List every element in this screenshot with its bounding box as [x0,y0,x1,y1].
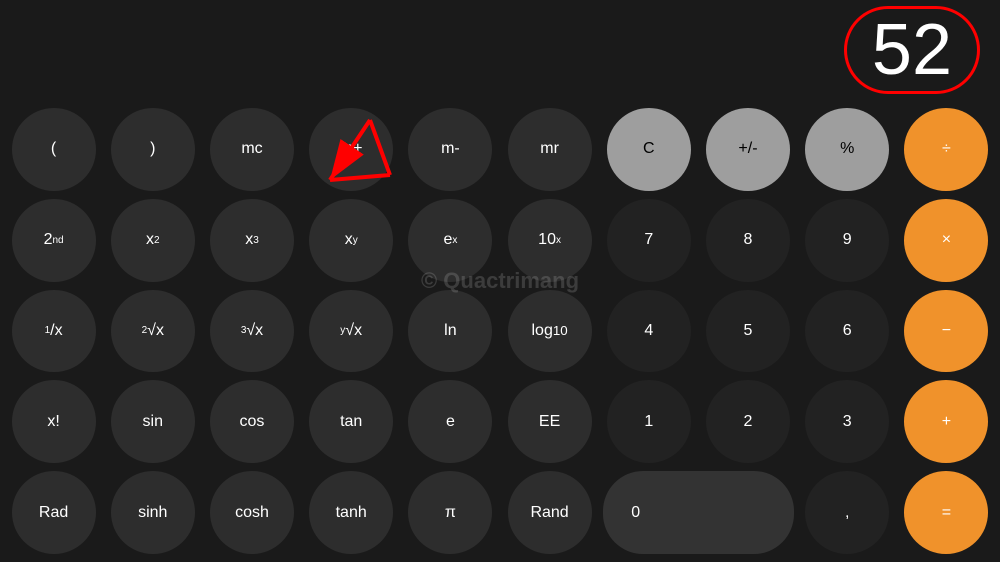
cosh-button[interactable]: cosh [210,471,294,554]
sqrt3-button[interactable]: 3√x [210,290,294,373]
6-button[interactable]: 6 [805,290,889,373]
sinh-button[interactable]: sinh [111,471,195,554]
tanh-button[interactable]: tanh [309,471,393,554]
display-number: 52 [844,6,980,94]
xy-button[interactable]: xy [309,199,393,282]
2nd-button[interactable]: 2nd [12,199,96,282]
mplus-button[interactable]: m+ [309,108,393,191]
xcubed-button[interactable]: x3 [210,199,294,282]
tan-button[interactable]: tan [309,380,393,463]
e-button[interactable]: e [408,380,492,463]
clear-button[interactable]: C [607,108,691,191]
open-paren-button[interactable]: ( [12,108,96,191]
ee-button[interactable]: EE [508,380,592,463]
sin-button[interactable]: sin [111,380,195,463]
3-button[interactable]: 3 [805,380,889,463]
percent-button[interactable]: % [805,108,889,191]
cos-button[interactable]: cos [210,380,294,463]
plus-button[interactable]: + [904,380,988,463]
factorial-button[interactable]: x! [12,380,96,463]
8-button[interactable]: 8 [706,199,790,282]
display: 52 [0,0,1000,100]
1-button[interactable]: 1 [607,380,691,463]
plusminus-button[interactable]: +/- [706,108,790,191]
decimal-button[interactable]: , [805,471,889,554]
7-button[interactable]: 7 [607,199,691,282]
log10-button[interactable]: log10 [508,290,592,373]
multiply-button[interactable]: × [904,199,988,282]
close-paren-button[interactable]: ) [111,108,195,191]
9-button[interactable]: 9 [805,199,889,282]
10x-button[interactable]: 10x [508,199,592,282]
sqrt2-button[interactable]: 2√x [111,290,195,373]
reciprocal-button[interactable]: 1/x [12,290,96,373]
4-button[interactable]: 4 [607,290,691,373]
mr-button[interactable]: mr [508,108,592,191]
pi-button[interactable]: π [408,471,492,554]
divide-button[interactable]: ÷ [904,108,988,191]
mc-button[interactable]: mc [210,108,294,191]
mminus-button[interactable]: m- [408,108,492,191]
ex-button[interactable]: ex [408,199,492,282]
5-button[interactable]: 5 [706,290,790,373]
sqrty-button[interactable]: y√x [309,290,393,373]
2-button[interactable]: 2 [706,380,790,463]
rad-button[interactable]: Rad [12,471,96,554]
xsquared-button[interactable]: x2 [111,199,195,282]
calculator-grid: ( ) mc m+ m- mr C +/- % ÷ 2nd x2 x3 xy e… [0,100,1000,562]
ln-button[interactable]: ln [408,290,492,373]
minus-button[interactable]: − [904,290,988,373]
rand-button[interactable]: Rand [508,471,592,554]
equals-button[interactable]: = [904,471,988,554]
0-button[interactable]: 0 [603,471,793,554]
